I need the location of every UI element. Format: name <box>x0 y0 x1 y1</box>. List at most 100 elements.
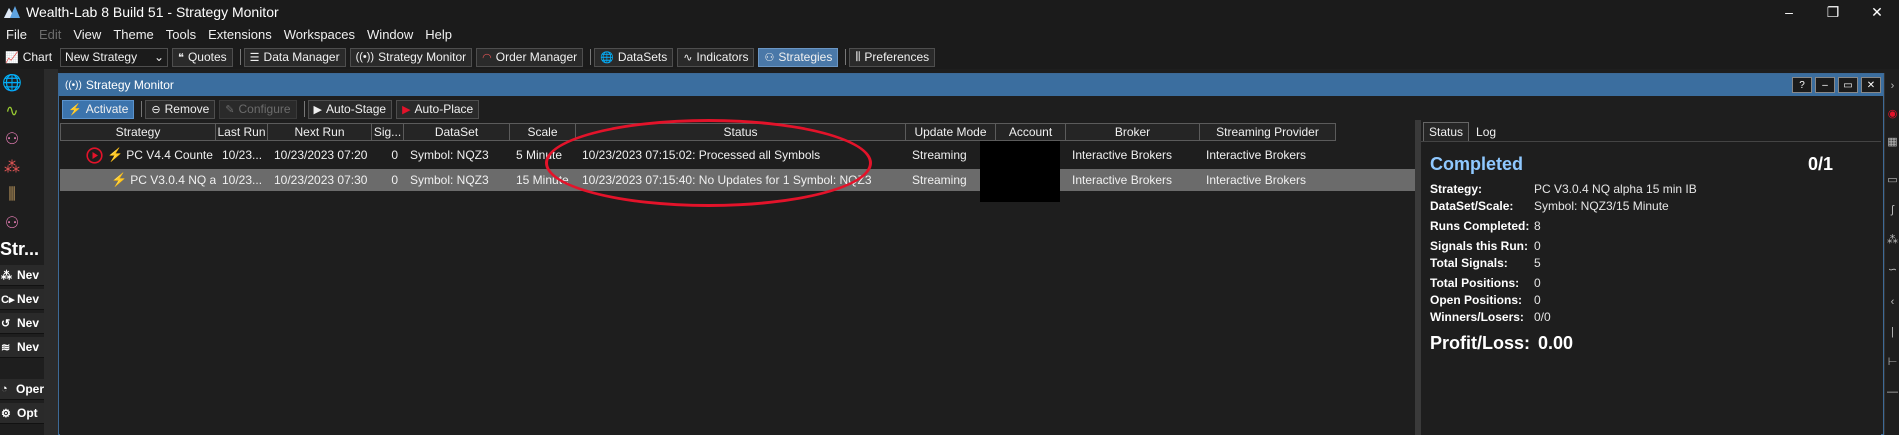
field-value: 0 <box>1534 293 1541 307</box>
activate-button[interactable]: ⚡ Activate <box>62 99 135 119</box>
rail-open-button[interactable]: ◔ Oper <box>0 379 44 400</box>
new-strategy-label: New Strategy <box>65 50 138 64</box>
column-header-signals[interactable]: Sig... <box>372 123 404 141</box>
new-strategy-dropdown[interactable]: New Strategy ⌄ <box>60 47 169 67</box>
broadcast-icon: ((•)) <box>65 79 82 91</box>
auto-place-button[interactable]: ▶ Auto-Place <box>396 99 480 119</box>
link-icon[interactable]: ∽ <box>1886 263 1899 276</box>
arrow-icon[interactable]: › <box>1886 79 1899 92</box>
monitor-window-controls: ? – ▭ ✕ <box>1789 77 1881 93</box>
column-header-account[interactable]: Account <box>996 123 1066 141</box>
strategy-monitor-button[interactable]: ((•)) Strategy Monitor <box>349 47 473 67</box>
brain-icon[interactable]: ⚇ <box>2 213 22 233</box>
column-header-last-run[interactable]: Last Run <box>216 123 268 141</box>
grid-icon[interactable]: ▦ <box>1886 135 1899 148</box>
menu-tools[interactable]: Tools <box>160 27 202 42</box>
configure-button[interactable]: ✎ Configure <box>219 99 297 119</box>
gear-icon: ⚙ <box>1 407 11 420</box>
rail-heading: Str... <box>0 239 40 259</box>
wave-icon: ∿ <box>683 51 693 64</box>
minimize-button[interactable]: – <box>1767 0 1811 24</box>
maximize-button[interactable]: ▭ <box>1838 77 1858 93</box>
rail-new-button[interactable]: C▸ Nev <box>0 289 44 310</box>
chevron-down-icon: ⌄ <box>153 50 165 64</box>
wealth-lab-logo-icon <box>2 3 22 21</box>
last-run-cell: 10/23... <box>222 173 263 187</box>
streaming-provider-cell: Interactive Brokers <box>1206 173 1307 187</box>
rail-new-button[interactable]: ≋ Nev <box>0 337 44 358</box>
indicators-button[interactable]: ∿ Indicators <box>677 47 755 67</box>
chart-button[interactable]: 📈 Chart <box>1 48 56 67</box>
menu-help[interactable]: Help <box>419 27 458 42</box>
network-icon[interactable]: ⁂ <box>1886 233 1899 246</box>
menu-theme[interactable]: Theme <box>107 27 159 42</box>
preferences-button[interactable]: ⫼ Preferences <box>849 47 936 67</box>
tab-status[interactable]: Status <box>1423 122 1470 141</box>
monitor-title-bar[interactable]: ((•)) Strategy Monitor <box>59 74 1883 96</box>
rail-new-button[interactable]: ↺ Nev <box>0 313 44 334</box>
menu-bar: File Edit View Theme Tools Extensions Wo… <box>0 24 1899 45</box>
menu-edit[interactable]: Edit <box>33 27 67 42</box>
data-manager-button[interactable]: ☰ Data Manager <box>243 47 346 67</box>
globe-icon[interactable]: 🌐 <box>2 73 22 93</box>
column-header-next-run[interactable]: Next Run <box>268 123 372 141</box>
menu-workspaces[interactable]: Workspaces <box>278 27 361 42</box>
column-header-broker[interactable]: Broker <box>1066 123 1200 141</box>
menu-window[interactable]: Window <box>361 27 419 42</box>
brain-icon[interactable]: ⚇ <box>2 129 22 149</box>
close-button[interactable]: ✕ <box>1861 77 1881 93</box>
quotes-button[interactable]: ❝ Quotes <box>172 47 233 67</box>
strategies-button[interactable]: ⚇ Strategies <box>758 47 839 67</box>
remove-button[interactable]: ⊖ Remove <box>145 99 216 119</box>
tab-log[interactable]: Log <box>1471 123 1501 141</box>
maximize-button[interactable]: ❐ <box>1811 0 1855 24</box>
chevron-icon[interactable]: ‹ <box>1886 295 1899 308</box>
molecule-icon[interactable]: ⁂ <box>2 157 22 177</box>
ruler-icon[interactable]: ⊢ <box>1886 355 1899 368</box>
column-header-streaming-provider[interactable]: Streaming Provider <box>1200 123 1336 141</box>
quotes-icon: ❝ <box>178 51 184 64</box>
hook-icon[interactable]: ʃ <box>1886 203 1899 216</box>
strategy-cell: ⚡ PC V4.4 Counte <box>60 144 216 166</box>
minus-circle-icon: ⊖ <box>151 103 161 116</box>
menu-file[interactable]: File <box>0 27 33 42</box>
rail-splitter[interactable] <box>44 69 58 435</box>
stop-icon[interactable]: ◉ <box>1886 107 1899 120</box>
column-header-dataset[interactable]: DataSet <box>404 123 510 141</box>
wave-icon[interactable]: ∿ <box>2 101 22 121</box>
column-header-strategy[interactable]: Strategy <box>60 123 216 141</box>
signals-cell: 0 <box>391 173 398 187</box>
datasets-button[interactable]: 🌐 DataSets <box>594 47 674 67</box>
auto-stage-button[interactable]: ▶ Auto-Stage <box>307 99 393 119</box>
auto-stage-label: Auto-Stage <box>326 102 387 116</box>
column-header-scale[interactable]: Scale <box>510 123 576 141</box>
profit-loss: Profit/Loss: 0.00 <box>1430 333 1573 354</box>
strategy-name: PC V3.0.4 NQ al <box>130 173 216 187</box>
status-highlight-ellipse <box>545 119 872 207</box>
help-button[interactable]: ? <box>1792 77 1812 93</box>
minimize-button[interactable]: – <box>1815 77 1835 93</box>
strategy-cell: ⚡ PC V3.0.4 NQ al <box>60 169 216 191</box>
close-button[interactable]: ✕ <box>1855 0 1899 24</box>
rail-optimize-button[interactable]: ⚙ Opt <box>0 403 44 424</box>
books-icon[interactable]: ⫼ <box>2 185 22 205</box>
rail-new-button[interactable]: ⁂ Nev <box>0 265 44 286</box>
right-rail: › ◉ ▦ ▭ ʃ ⁂ ∽ ‹ | ⊢ — <box>1884 73 1899 435</box>
run-count: 0/1 <box>1807 154 1833 174</box>
broker-cell: Interactive Brokers <box>1072 173 1173 187</box>
status-field: Total Signals: 5 <box>1430 256 1541 272</box>
status-field: Signals this Run: 0 <box>1430 239 1541 255</box>
menu-extensions[interactable]: Extensions <box>202 27 278 42</box>
globe-icon: 🌐 <box>600 51 614 64</box>
order-manager-button[interactable]: ◠ Order Manager <box>476 47 584 67</box>
line-icon[interactable]: — <box>1886 385 1899 398</box>
broadcast-icon: ((•)) <box>355 51 375 63</box>
datasets-label: DataSets <box>617 50 668 64</box>
running-play-icon[interactable] <box>86 146 103 164</box>
broker-cell: Interactive Brokers <box>1072 148 1173 162</box>
bar-icon[interactable]: | <box>1886 325 1899 338</box>
toolbar-divider <box>303 101 305 117</box>
column-header-update-mode[interactable]: Update Mode <box>906 123 996 141</box>
folder-icon[interactable]: ▭ <box>1886 173 1899 186</box>
menu-view[interactable]: View <box>67 27 107 42</box>
